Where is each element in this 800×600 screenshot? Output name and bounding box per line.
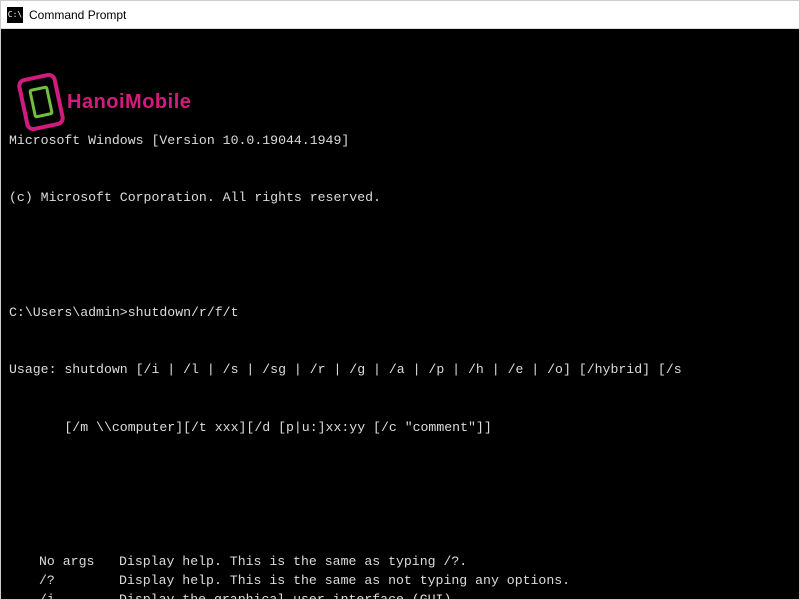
terminal-area[interactable]: HanoiMobile Microsoft Windows [Version 1… xyxy=(1,29,799,599)
help-flag: /i xyxy=(9,590,119,599)
help-desc: Display help. This is the same as not ty… xyxy=(119,571,570,590)
banner-line: Microsoft Windows [Version 10.0.19044.19… xyxy=(9,131,791,150)
help-row: No argsDisplay help. This is the same as… xyxy=(9,552,791,571)
help-flag: No args xyxy=(9,552,119,571)
usage-line: [/m \\computer][/t xxx][/d [p|u:]xx:yy [… xyxy=(9,418,791,437)
help-desc: Display help. This is the same as typing… xyxy=(119,552,467,571)
command-prompt-window: C:\ Command Prompt HanoiMobile Microsoft… xyxy=(0,0,800,600)
banner-line: (c) Microsoft Corporation. All rights re… xyxy=(9,188,791,207)
watermark-text: HanoiMobile xyxy=(67,93,191,111)
blank-line xyxy=(9,475,791,494)
cmd-icon: C:\ xyxy=(7,7,23,23)
help-block: No argsDisplay help. This is the same as… xyxy=(9,552,791,599)
phone-icon xyxy=(16,72,66,133)
blank-line xyxy=(9,246,791,265)
usage-line: Usage: shutdown [/i | /l | /s | /sg | /r… xyxy=(9,360,791,379)
help-row: /?Display help. This is the same as not … xyxy=(9,571,791,590)
help-desc: Display the graphical user interface (GU… xyxy=(119,590,459,599)
help-flag: /? xyxy=(9,571,119,590)
window-title: Command Prompt xyxy=(29,8,126,22)
titlebar[interactable]: C:\ Command Prompt xyxy=(1,1,799,29)
prompt-line: C:\Users\admin>shutdown/r/f/t xyxy=(9,303,791,322)
help-row: /iDisplay the graphical user interface (… xyxy=(9,590,791,599)
